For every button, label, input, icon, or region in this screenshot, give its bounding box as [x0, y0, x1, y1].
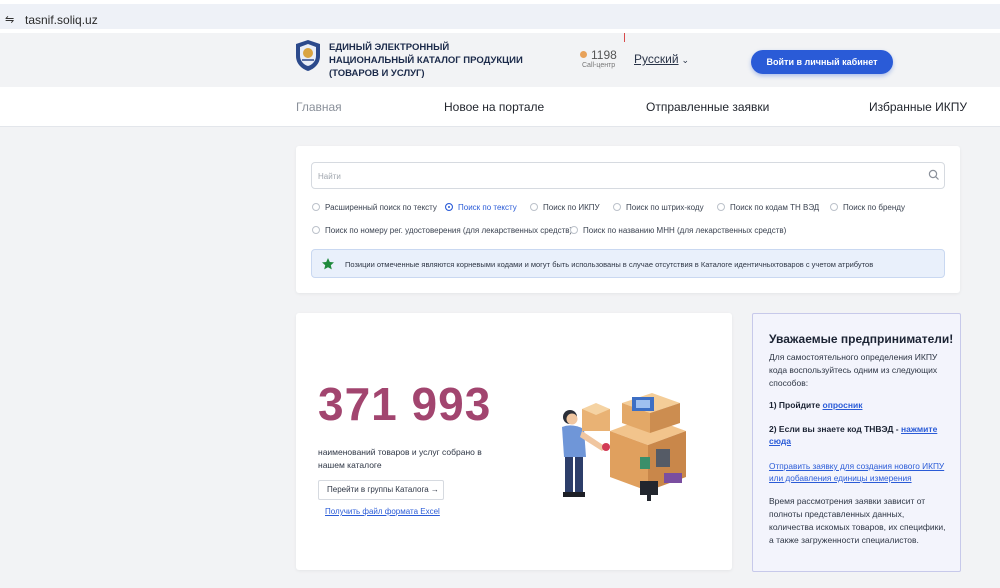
main-nav: Главная Новое на портале Отправленные за… [0, 87, 1000, 127]
notice-text: Позиции отмеченные являются корневыми ко… [345, 260, 874, 269]
site-header: ЕДИНЫЙ ЭЛЕКТРОННЫЙ НАЦИОНАЛЬНЫЙ КАТАЛОГ … [0, 33, 1000, 87]
step-2: 2) Если вы знаете код ТНВЭД - нажмите сю… [769, 423, 949, 447]
radio-brand-search[interactable]: Поиск по бренду [830, 203, 905, 212]
step-1-text: 1) Пройдите [769, 400, 823, 410]
catalog-count-description: наименований товаров и услуг собрано в н… [318, 447, 482, 470]
language-selector[interactable]: Русский ⌄ [634, 52, 689, 66]
step-1: 1) Пройдите опросник [769, 399, 949, 411]
radio-label: Расширенный поиск по тексту [325, 203, 437, 212]
divider-accent [624, 33, 625, 42]
call-center-label: Call-центр [582, 62, 616, 69]
radio-dot [312, 203, 320, 211]
nav-item-home[interactable]: Главная [296, 100, 342, 114]
radio-label: Поиск по тексту [458, 203, 517, 212]
nav-item-sent-requests[interactable]: Отправленные заявки [646, 100, 769, 114]
questionnaire-link[interactable]: опросник [823, 400, 863, 410]
brand-line-1: ЕДИНЫЙ ЭЛЕКТРОННЫЙ [329, 42, 450, 53]
radio-label: Поиск по кодам ТН ВЭД [730, 203, 820, 212]
arrow-right-icon: → [430, 485, 439, 494]
nav-item-news[interactable]: Новое на портале [444, 100, 544, 114]
radio-barcode-search[interactable]: Поиск по штрих-коду [613, 203, 704, 212]
radio-dot [530, 203, 538, 211]
radio-label: Поиск по названию МНН (для лекарственных… [583, 226, 787, 235]
radio-advanced-text-search[interactable]: Расширенный поиск по тексту [312, 203, 437, 212]
brand-line-3: (ТОВАРОВ И УСЛУГ) [329, 68, 425, 79]
call-number-text: 1198 [591, 48, 617, 62]
address-field[interactable]: ⇋ tasnif.soliq.uz [0, 4, 1000, 29]
step-2-text: 2) Если вы знаете код ТНВЭД - [769, 424, 901, 434]
radio-text-search[interactable]: Поиск по тексту [445, 203, 517, 212]
radio-dot [830, 203, 838, 211]
entrepreneurs-info-card: Уважаемые предприниматели! Для самостоят… [752, 313, 961, 572]
phone-status-icon [580, 51, 587, 58]
radio-dot [445, 203, 453, 211]
nav-item-favorites[interactable]: Избранные ИКПУ [869, 100, 967, 114]
radio-registration-search[interactable]: Поиск по номеру рег. удостоверения (для … [312, 226, 572, 235]
radio-dot [613, 203, 621, 211]
catalog-count: 371 993 [318, 378, 492, 430]
emblem-logo-icon[interactable] [293, 38, 323, 72]
site-settings-icon[interactable]: ⇋ [5, 14, 17, 26]
chevron-down-icon: ⌄ [681, 55, 690, 65]
warehouse-worker-illustration [562, 393, 686, 501]
search-input[interactable]: Найти [311, 162, 945, 189]
brand-line-2: НАЦИОНАЛЬНЫЙ КАТАЛОГ ПРОДУКЦИИ [329, 55, 523, 66]
radio-dot [717, 203, 725, 211]
search-icon[interactable] [928, 169, 940, 181]
radio-mnn-search[interactable]: Поиск по названию МНН (для лекарственных… [570, 226, 786, 235]
radio-label: Поиск по бренду [843, 203, 905, 212]
address-url[interactable]: tasnif.soliq.uz [25, 13, 98, 27]
radio-dot [570, 226, 578, 234]
search-panel: Найти Расширенный поиск по тексту Поиск … [296, 146, 960, 293]
browser-address-bar: ⇋ tasnif.soliq.uz [0, 0, 1000, 33]
radio-label: Поиск по штрих-коду [626, 203, 704, 212]
excel-download-link[interactable]: Получить файл формата Excel [325, 507, 440, 516]
radio-label: Поиск по ИКПУ [543, 203, 600, 212]
info-title: Уважаемые предприниматели! [769, 332, 954, 346]
root-code-notice: Позиции отмеченные являются корневыми ко… [311, 249, 945, 278]
info-intro: Для самостоятельного определения ИКПУ ко… [769, 352, 938, 388]
star-icon [322, 258, 334, 270]
review-note: Время рассмотрения заявки зависит от пол… [769, 496, 946, 545]
radio-dot [312, 226, 320, 234]
radio-tnved-search[interactable]: Поиск по кодам ТН ВЭД [717, 203, 819, 212]
new-ikpu-request-link[interactable]: Отправить заявку для создания нового ИКП… [769, 460, 954, 484]
login-button[interactable]: Войти в личный кабинет [751, 50, 893, 74]
radio-label: Поиск по номеру рег. удостоверения (для … [325, 226, 573, 235]
goto-label: Перейти в группы Каталога [327, 485, 429, 494]
radio-ikpu-search[interactable]: Поиск по ИКПУ [530, 203, 600, 212]
call-center-number[interactable]: 1198 [580, 48, 617, 62]
goto-catalog-groups-button[interactable]: Перейти в группы Каталога → [318, 480, 444, 500]
catalog-stats-card: 371 993 наименований товаров и услуг соб… [296, 313, 732, 570]
brand-title[interactable]: ЕДИНЫЙ ЭЛЕКТРОННЫЙ НАЦИОНАЛЬНЫЙ КАТАЛОГ … [329, 41, 529, 80]
language-label: Русский [634, 52, 679, 66]
